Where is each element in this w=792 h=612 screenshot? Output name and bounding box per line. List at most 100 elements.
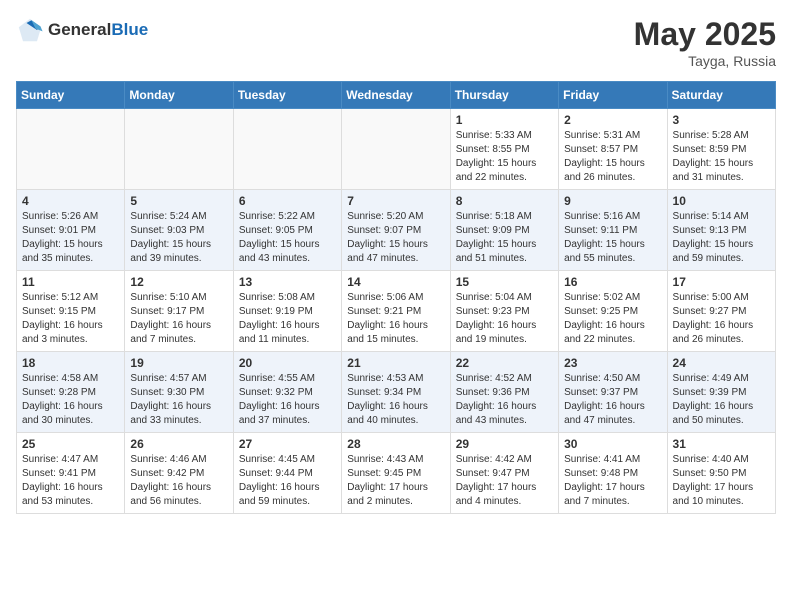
cell-text: and 26 minutes. (673, 333, 770, 347)
cell-text: and 40 minutes. (347, 414, 444, 428)
cell-text: Sunset: 9:03 PM (130, 224, 227, 238)
table-row: 18Sunrise: 4:58 AMSunset: 9:28 PMDayligh… (17, 352, 125, 433)
cell-text: Daylight: 15 hours (456, 238, 553, 252)
cell-text: Sunrise: 4:42 AM (456, 453, 553, 467)
cell-text: Daylight: 15 hours (22, 238, 119, 252)
cell-text: Sunset: 9:19 PM (239, 305, 336, 319)
cell-text: Daylight: 16 hours (456, 319, 553, 333)
cell-text: Daylight: 16 hours (564, 319, 661, 333)
day-number: 19 (130, 356, 227, 370)
table-row (125, 109, 233, 190)
weekday-header-row: Sunday Monday Tuesday Wednesday Thursday… (17, 82, 776, 109)
cell-text: Sunset: 9:09 PM (456, 224, 553, 238)
table-row: 3Sunrise: 5:28 AMSunset: 8:59 PMDaylight… (667, 109, 775, 190)
cell-text: Daylight: 17 hours (673, 481, 770, 495)
table-row: 21Sunrise: 4:53 AMSunset: 9:34 PMDayligh… (342, 352, 450, 433)
table-row: 27 Sunrise: 4:45 AMSunset: 9:44 PMDayligh… (233, 433, 341, 514)
table-row: 6Sunrise: 5:22 AMSunset: 9:05 PMDaylight… (233, 190, 341, 271)
table-row: 1Sunrise: 5:33 AMSunset: 8:55 PMDaylight… (450, 109, 558, 190)
day-number: 29 (456, 437, 553, 451)
day-number: 15 (456, 275, 553, 289)
cell-text: and 55 minutes. (564, 252, 661, 266)
cell-text: Sunset: 9:47 PM (456, 467, 553, 481)
cell-text: Daylight: 16 hours (239, 400, 336, 414)
cell-text: Daylight: 16 hours (456, 400, 553, 414)
cell-text: Sunset: 9:45 PM (347, 467, 444, 481)
header-saturday: Saturday (667, 82, 775, 109)
logo-icon (16, 16, 44, 44)
cell-text: and 22 minutes. (564, 333, 661, 347)
table-row: 23Sunrise: 4:50 AMSunset: 9:37 PMDayligh… (559, 352, 667, 433)
cell-text: and 59 minutes. (673, 252, 770, 266)
cell-text: Sunset: 9:11 PM (564, 224, 661, 238)
cell-text: Daylight: 17 hours (347, 481, 444, 495)
table-row: 31Sunrise: 4:40 AMSunset: 9:50 PMDayligh… (667, 433, 775, 514)
cell-text: Sunrise: 4:47 AM (22, 453, 119, 467)
cell-text: Sunrise: 5:02 AM (564, 291, 661, 305)
cell-text: and 7 minutes. (130, 333, 227, 347)
cell-text: Sunrise: 5:10 AM (130, 291, 227, 305)
cell-text: Daylight: 16 hours (22, 400, 119, 414)
cell-text: and 4 minutes. (456, 495, 553, 509)
cell-text: Sunset: 9:17 PM (130, 305, 227, 319)
table-row: 15 Sunrise: 5:04 AMSunset: 9:23 PMDayligh… (450, 271, 558, 352)
day-number: 27 (239, 437, 336, 451)
cell-text: Sunrise: 5:31 AM (564, 129, 661, 143)
header-thursday: Thursday (450, 82, 558, 109)
cell-text: Sunset: 9:34 PM (347, 386, 444, 400)
cell-text: Sunset: 9:23 PM (456, 305, 553, 319)
cell-text: Sunrise: 4:50 AM (564, 372, 661, 386)
cell-text: Sunset: 8:59 PM (673, 143, 770, 157)
cell-text: Sunset: 9:44 PM (239, 467, 336, 481)
day-number: 11 (22, 275, 119, 289)
cell-text: Daylight: 15 hours (673, 238, 770, 252)
table-row: 14 Sunrise: 5:06 AMSunset: 9:21 PMDayligh… (342, 271, 450, 352)
cell-text: Daylight: 15 hours (456, 157, 553, 171)
day-number: 30 (564, 437, 661, 451)
cell-text: and 43 minutes. (239, 252, 336, 266)
table-row: 25Sunrise: 4:47 AMSunset: 9:41 PMDayligh… (17, 433, 125, 514)
cell-text: Sunset: 8:57 PM (564, 143, 661, 157)
cell-text: and 35 minutes. (22, 252, 119, 266)
cell-text: Daylight: 15 hours (130, 238, 227, 252)
day-number: 25 (22, 437, 119, 451)
cell-text: Daylight: 16 hours (347, 319, 444, 333)
calendar-table: Sunday Monday Tuesday Wednesday Thursday… (16, 81, 776, 514)
cell-text: Sunrise: 5:04 AM (456, 291, 553, 305)
cell-text: Sunrise: 5:00 AM (673, 291, 770, 305)
title-block: May 2025 Tayga, Russia (634, 16, 776, 69)
day-number: 16 (564, 275, 661, 289)
cell-text: Sunrise: 4:40 AM (673, 453, 770, 467)
cell-text: Daylight: 17 hours (564, 481, 661, 495)
cell-text: Daylight: 16 hours (130, 481, 227, 495)
cell-text: Sunset: 9:21 PM (347, 305, 444, 319)
cell-text: Sunrise: 5:22 AM (239, 210, 336, 224)
cell-text: and 2 minutes. (347, 495, 444, 509)
cell-text: and 56 minutes. (130, 495, 227, 509)
table-row: 9Sunrise: 5:16 AMSunset: 9:11 PMDaylight… (559, 190, 667, 271)
table-row: 16Sunrise: 5:02 AMSunset: 9:25 PMDayligh… (559, 271, 667, 352)
header-wednesday: Wednesday (342, 82, 450, 109)
cell-text: Daylight: 16 hours (673, 400, 770, 414)
cell-text: Sunrise: 4:45 AM (239, 453, 336, 467)
cell-text: Sunrise: 5:06 AM (347, 291, 444, 305)
logo: GeneralBlue (16, 16, 148, 44)
cell-text: Daylight: 16 hours (239, 481, 336, 495)
cell-text: Daylight: 16 hours (130, 319, 227, 333)
calendar-week-row: 11Sunrise: 5:12 AMSunset: 9:15 PMDayligh… (17, 271, 776, 352)
cell-text: and 7 minutes. (564, 495, 661, 509)
day-number: 22 (456, 356, 553, 370)
cell-text: Sunrise: 4:58 AM (22, 372, 119, 386)
cell-text: Sunset: 9:48 PM (564, 467, 661, 481)
table-row: 8Sunrise: 5:18 AMSunset: 9:09 PMDaylight… (450, 190, 558, 271)
cell-text: Sunrise: 4:55 AM (239, 372, 336, 386)
calendar-location: Tayga, Russia (634, 53, 776, 69)
cell-text: and 15 minutes. (347, 333, 444, 347)
day-number: 12 (130, 275, 227, 289)
day-number: 14 (347, 275, 444, 289)
logo-text: GeneralBlue (48, 20, 148, 40)
cell-text: Sunset: 9:01 PM (22, 224, 119, 238)
cell-text: Sunrise: 5:08 AM (239, 291, 336, 305)
table-row: 5Sunrise: 5:24 AMSunset: 9:03 PMDaylight… (125, 190, 233, 271)
table-row: 10Sunrise: 5:14 AMSunset: 9:13 PMDayligh… (667, 190, 775, 271)
